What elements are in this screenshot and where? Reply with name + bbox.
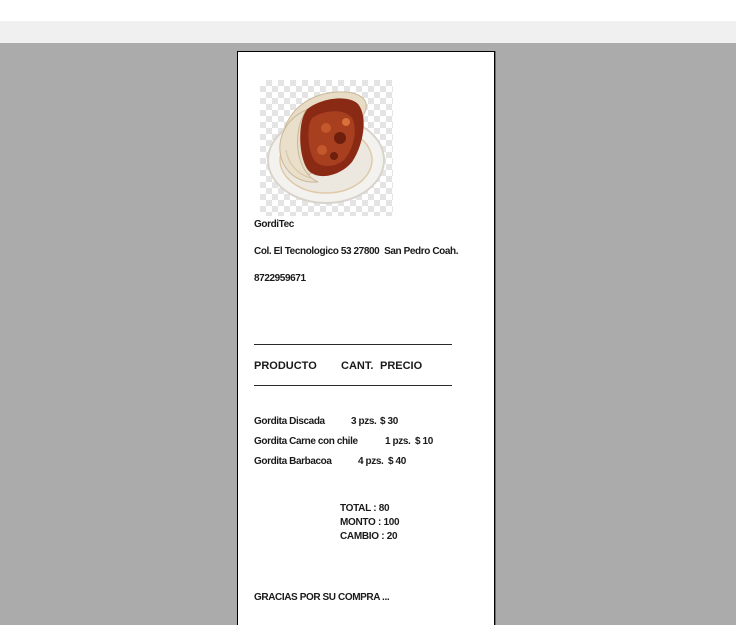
total-label: TOTAL : — [340, 503, 377, 514]
item-price: $ 10 — [415, 436, 433, 447]
cambio-value: 20 — [386, 531, 398, 542]
total-value: 80 — [378, 503, 390, 514]
column-header-qty: CANT. — [341, 360, 374, 372]
item-qty: 3 pzs. — [351, 416, 377, 427]
item-price: $ 40 — [388, 456, 406, 467]
toolbar-strip — [0, 21, 736, 44]
monto-line: MONTO : 100 — [340, 517, 400, 529]
business-name: GordiTec — [254, 219, 294, 230]
item-name: Gordita Barbacoa — [254, 456, 332, 467]
item-price: $ 30 — [380, 416, 398, 427]
item-name: Gordita Carne con chile — [254, 436, 358, 447]
monto-value: 100 — [383, 517, 400, 528]
cambio-label: CAMBIO : — [340, 531, 385, 542]
business-address: Col. El Tecnologico 53 27800 San Pedro C… — [254, 246, 459, 257]
total-line: TOTAL : 80 — [340, 503, 390, 515]
receipt-page: GordiTec Col. El Tecnologico 53 27800 Sa… — [237, 51, 495, 625]
cambio-line: CAMBIO : 20 — [340, 531, 398, 543]
separator-line — [254, 385, 452, 386]
toolbar — [0, 0, 736, 21]
item-name: Gordita Discada — [254, 416, 325, 427]
thank-you-message: GRACIAS POR SU COMPRA ... — [254, 592, 390, 603]
separator-line — [254, 344, 452, 345]
gordita-plate-image — [260, 80, 393, 216]
item-qty: 4 pzs. — [358, 456, 384, 467]
item-qty: 1 pzs. — [385, 436, 411, 447]
print-preview-viewport[interactable]: GordiTec Col. El Tecnologico 53 27800 Sa… — [0, 43, 736, 625]
column-header-product: PRODUCTO — [254, 360, 317, 372]
business-phone: 8722959671 — [254, 273, 306, 284]
monto-label: MONTO : — [340, 517, 382, 528]
column-header-price: PRECIO — [380, 360, 423, 372]
